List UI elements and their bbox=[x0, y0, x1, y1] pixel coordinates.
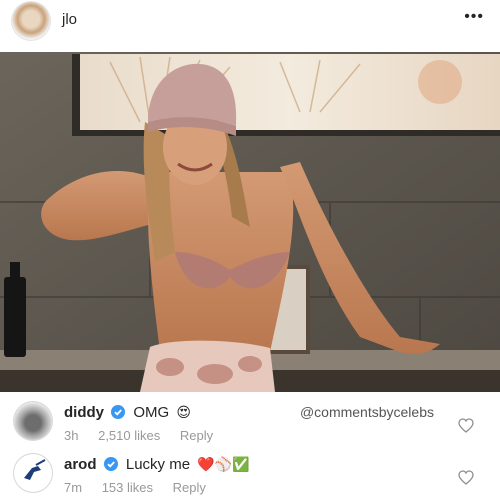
comment-line: diddy OMG 😍 bbox=[64, 404, 191, 423]
comment-diddy: diddy OMG 😍 @commentsbycelebs 3h 2,510 l… bbox=[0, 398, 500, 446]
comment-arod: arod Lucky me ❤️⚾✅ 7m 153 likes Reply bbox=[0, 450, 500, 500]
post-image[interactable] bbox=[0, 52, 500, 392]
verified-badge-icon bbox=[103, 457, 118, 475]
profile-avatar[interactable] bbox=[12, 2, 50, 40]
comment-likes[interactable]: 153 likes bbox=[102, 480, 153, 495]
reply-button[interactable]: Reply bbox=[180, 428, 213, 443]
comment-username[interactable]: diddy bbox=[64, 404, 104, 421]
batter-logo-icon bbox=[15, 455, 51, 491]
comment-text: OMG bbox=[133, 404, 170, 421]
comment-meta: 7m 153 likes Reply bbox=[64, 480, 222, 495]
post-username[interactable]: jlo bbox=[62, 11, 77, 28]
comment-meta: 3h 2,510 likes Reply bbox=[64, 428, 229, 443]
post-header: jlo ••• bbox=[0, 0, 500, 48]
post-photo-art bbox=[0, 52, 500, 392]
more-options-icon[interactable]: ••• bbox=[464, 8, 484, 26]
commenter-avatar[interactable] bbox=[14, 402, 52, 440]
heart-outline-icon[interactable] bbox=[458, 418, 474, 438]
reply-button[interactable]: Reply bbox=[173, 480, 206, 495]
comment-time: 3h bbox=[64, 428, 79, 443]
comment-text: Lucky me bbox=[125, 456, 191, 473]
comment-likes[interactable]: 2,510 likes bbox=[98, 428, 160, 443]
heart-outline-icon[interactable] bbox=[458, 470, 474, 490]
verified-badge-icon bbox=[111, 405, 126, 423]
comment-time: 7m bbox=[64, 480, 83, 495]
comment-line: arod Lucky me ❤️⚾✅ bbox=[64, 456, 250, 475]
heart-baseball-check-emoji: ❤️⚾✅ bbox=[197, 456, 250, 472]
heart-eyes-emoji: 😍 bbox=[176, 404, 191, 420]
watermark-text: @commentsbycelebs bbox=[299, 404, 434, 420]
comment-username[interactable]: arod bbox=[64, 456, 97, 473]
commenter-avatar[interactable] bbox=[14, 454, 52, 492]
